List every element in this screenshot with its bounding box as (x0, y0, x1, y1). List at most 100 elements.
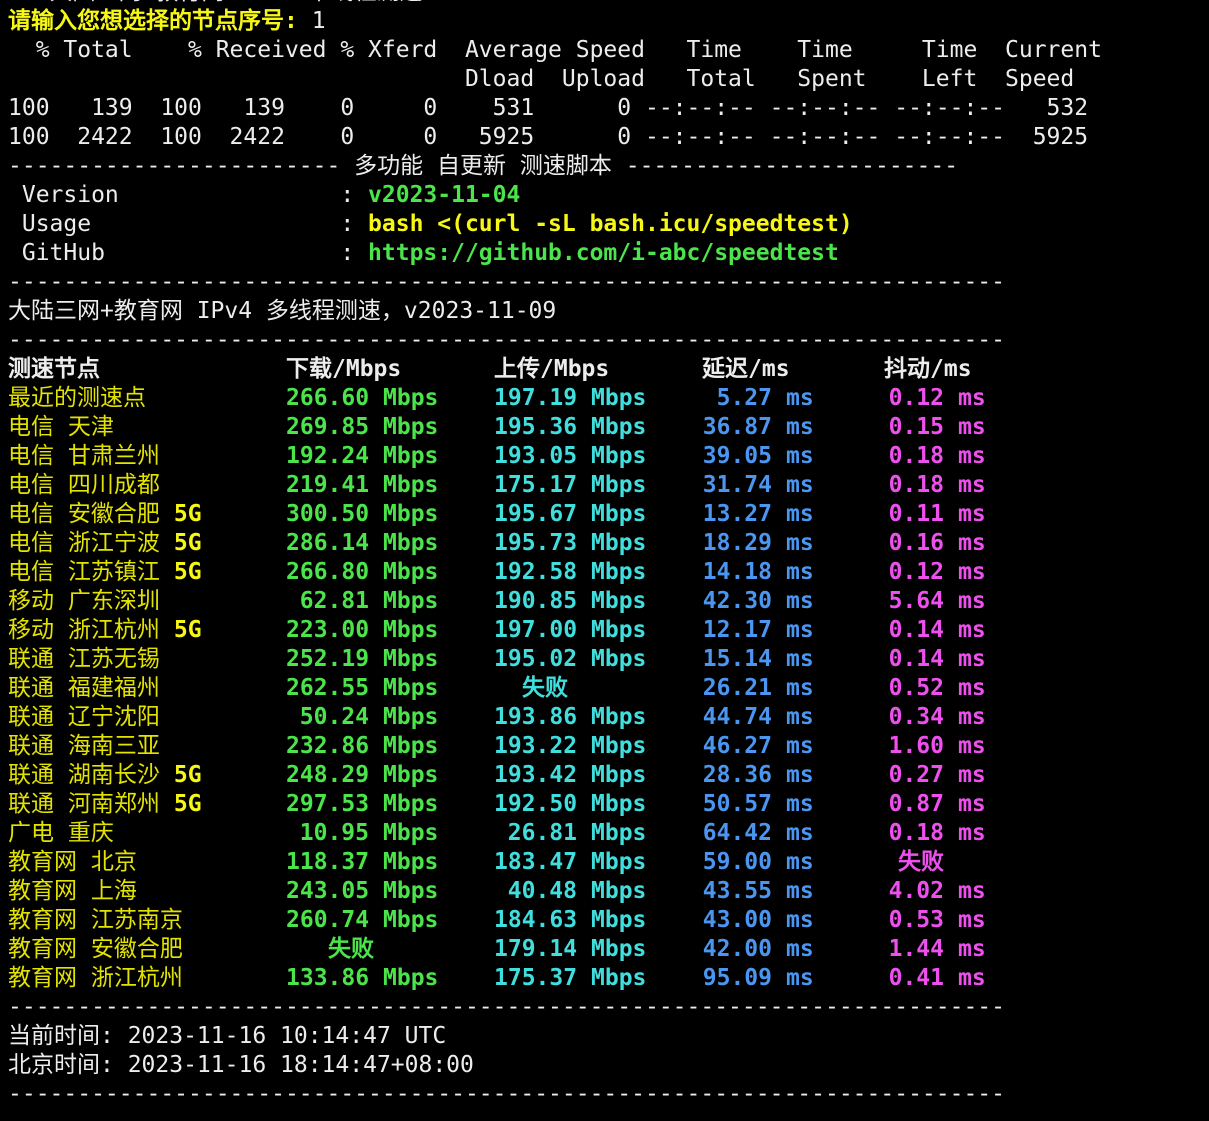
jit-value: 0.18 (884, 442, 944, 471)
ul-fail-value: 失败 (494, 674, 702, 703)
ping-value: 42.30 (702, 587, 772, 616)
ul-unit: Mbps (577, 848, 702, 877)
jit-value: 0.12 (884, 558, 944, 587)
dl-value: 248.29 (286, 761, 369, 790)
jit-unit: ms (944, 587, 986, 616)
ul-value: 193.42 (494, 761, 577, 790)
column-header-latency: 延迟/ms (702, 355, 884, 384)
ping-unit: ms (772, 442, 884, 471)
dl-value: 266.80 (286, 558, 369, 587)
dl-value: 232.86 (286, 732, 369, 761)
jit-unit: ms (944, 674, 986, 703)
node-name: 电信 天津 (8, 413, 114, 442)
ping-unit: ms (772, 558, 884, 587)
current-time-line: 当前时间: 2023-11-16 10:14:47 UTC (8, 1022, 1209, 1051)
dl-unit: Mbps (369, 587, 494, 616)
text-segment: https://github.com/i-abc/speedtest (368, 240, 839, 266)
text-segment: 2. 大陆三网+教育网 IPv4 单线程测速 (8, 0, 422, 5)
node-name: 教育网 安徽合肥 (8, 935, 183, 964)
node-name-cell: 教育网 安徽合肥 (8, 935, 286, 964)
ping-unit: ms (772, 413, 884, 442)
speedtest-table-row: 电信 甘肃兰州192.24Mbps193.05Mbps39.05ms0.18ms (8, 442, 1209, 471)
dl-unit: Mbps (369, 819, 494, 848)
5g-badge: 5G (160, 500, 202, 529)
speedtest-table-row: 电信 江苏镇江5G266.80Mbps192.58Mbps14.18ms0.12… (8, 558, 1209, 587)
dl-value: 260.74 (286, 906, 369, 935)
node-name-cell: 电信 浙江宁波5G (8, 529, 286, 558)
dl-unit: Mbps (369, 471, 494, 500)
ping-unit: ms (772, 935, 884, 964)
dl-unit: Mbps (369, 906, 494, 935)
version-line: Version : v2023-11-04 (8, 181, 1209, 210)
speedtest-table-row: 联通 河南郑州5G297.53Mbps192.50Mbps50.57ms0.87… (8, 790, 1209, 819)
text-segment: Version : (8, 182, 368, 208)
ping-value: 13.27 (702, 500, 772, 529)
ping-value: 31.74 (702, 471, 772, 500)
ul-value: 195.36 (494, 413, 577, 442)
text-segment: bash <(curl -sL bash.icu/speedtest) (368, 211, 853, 237)
dl-value: 266.60 (286, 384, 369, 413)
jit-value: 0.18 (884, 819, 944, 848)
node-name: 电信 安徽合肥 (8, 500, 160, 529)
ul-value: 175.37 (494, 964, 577, 993)
ul-value: 197.19 (494, 384, 577, 413)
node-name: 教育网 浙江杭州 (8, 964, 183, 993)
clipped-text: 2. 大陆三网+教育网 IPv4 单线程测速 (8, 0, 1209, 7)
text-segment: 100 139 100 139 0 0 531 0 --:--:-- --:--… (8, 95, 1088, 121)
5g-badge: 5G (160, 529, 202, 558)
jit-value: 0.11 (884, 500, 944, 529)
speedtest-table-row: 最近的测速点266.60Mbps197.19Mbps5.27ms0.12ms (8, 384, 1209, 413)
jit-unit: ms (944, 964, 986, 993)
jit-value: 0.27 (884, 761, 944, 790)
ul-value: 26.81 (494, 819, 577, 848)
text-segment: Usage : (8, 211, 368, 237)
ul-unit: Mbps (577, 587, 702, 616)
column-header-download: 下载/Mbps (286, 355, 494, 384)
ul-value: 190.85 (494, 587, 577, 616)
speedtest-table-row: 移动 广东深圳62.81Mbps190.85Mbps42.30ms5.64ms (8, 587, 1209, 616)
ul-value: 195.02 (494, 645, 577, 674)
ping-value: 50.57 (702, 790, 772, 819)
ul-unit: Mbps (577, 790, 702, 819)
ul-value: 184.63 (494, 906, 577, 935)
5g-badge: 5G (160, 761, 202, 790)
curl-header-row-1: % Total % Received % Xferd Average Speed… (8, 36, 1209, 65)
node-name-cell: 教育网 江苏南京 (8, 906, 286, 935)
dl-value: 262.55 (286, 674, 369, 703)
dl-value: 300.50 (286, 500, 369, 529)
text-segment: 1 (312, 8, 326, 34)
node-name: 电信 江苏镇江 (8, 558, 160, 587)
jit-unit: ms (944, 616, 986, 645)
jit-unit: ms (944, 935, 986, 964)
speedtest-table-row: 电信 安徽合肥5G300.50Mbps195.67Mbps13.27ms0.11… (8, 500, 1209, 529)
ul-value: 193.05 (494, 442, 577, 471)
separator: ----------------------------------------… (8, 326, 1209, 355)
jit-unit: ms (944, 819, 986, 848)
node-name: 电信 四川成都 (8, 471, 160, 500)
ping-value: 26.21 (702, 674, 772, 703)
speedtest-table-row: 电信 浙江宁波5G286.14Mbps195.73Mbps18.29ms0.16… (8, 529, 1209, 558)
ul-unit: Mbps (577, 703, 702, 732)
text-segment: ----------------------------------------… (8, 269, 1005, 295)
node-name-cell: 联通 海南三亚 (8, 732, 286, 761)
jit-unit: ms (944, 703, 986, 732)
ul-unit: Mbps (577, 413, 702, 442)
text-segment: % Total % Received % Xferd Average Speed… (8, 37, 1102, 63)
terminal-screen: 2. 大陆三网+教育网 IPv4 单线程测速请输入您想选择的节点序号: 1 % … (8, 0, 1209, 1109)
ul-value: 179.14 (494, 935, 577, 964)
speedtest-table-row: 电信 四川成都219.41Mbps175.17Mbps31.74ms0.18ms (8, 471, 1209, 500)
5g-badge: 5G (160, 790, 202, 819)
terminal-window[interactable]: 2. 大陆三网+教育网 IPv4 单线程测速请输入您想选择的节点序号: 1 % … (0, 0, 1209, 1121)
node-name: 联通 江苏无锡 (8, 645, 160, 674)
jit-value: 0.18 (884, 471, 944, 500)
jit-value: 0.53 (884, 906, 944, 935)
node-name: 教育网 上海 (8, 877, 137, 906)
ul-value: 193.22 (494, 732, 577, 761)
ping-value: 36.87 (702, 413, 772, 442)
dl-value: 10.95 (286, 819, 369, 848)
dl-value: 50.24 (286, 703, 369, 732)
ul-unit: Mbps (577, 732, 702, 761)
ul-value: 175.17 (494, 471, 577, 500)
dl-unit: Mbps (369, 703, 494, 732)
jit-value: 0.34 (884, 703, 944, 732)
